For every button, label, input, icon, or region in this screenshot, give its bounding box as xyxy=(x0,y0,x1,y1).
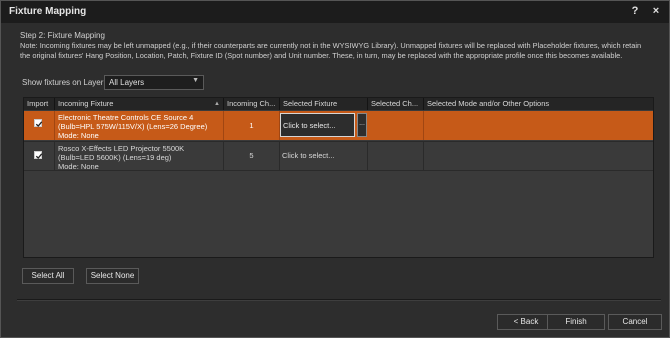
close-button[interactable]: × xyxy=(647,3,665,19)
table-row[interactable]: Electronic Theatre Controls CE Source 4 … xyxy=(24,111,653,140)
dialog-title: Fixture Mapping xyxy=(9,6,87,17)
column-header-incoming-channels[interactable]: Incoming Ch... xyxy=(224,98,280,110)
selected-channels-cell xyxy=(368,142,424,170)
incoming-fixture-cell: Electronic Theatre Controls CE Source 4 … xyxy=(55,111,224,140)
select-all-button[interactable]: Select All xyxy=(22,268,74,284)
cancel-button[interactable]: Cancel xyxy=(608,314,662,330)
incoming-channels-cell: 5 xyxy=(224,142,280,170)
select-none-button[interactable]: Select None xyxy=(86,268,139,284)
incoming-fixture-mode: Mode: None xyxy=(58,131,99,140)
layer-dropdown[interactable]: All Layers ▼ xyxy=(104,75,204,90)
select-fixture-prompt: Click to select... xyxy=(282,151,335,160)
incoming-fixture-mode: Mode: None xyxy=(58,162,99,170)
selected-fixture-cell[interactable]: Click to select... xyxy=(280,142,368,170)
chevron-down-icon: ▼ xyxy=(192,77,199,84)
selected-channels-cell xyxy=(368,111,424,140)
import-cell xyxy=(24,111,55,140)
selected-mode-cell[interactable] xyxy=(424,111,653,140)
column-header-selected-fixture[interactable]: Selected Fixture xyxy=(280,98,368,110)
fixture-table: Import Incoming Fixture ▲ Incoming Ch...… xyxy=(23,97,654,258)
incoming-fixture-name: Electronic Theatre Controls CE Source 4 … xyxy=(58,113,208,131)
layer-dropdown-value: All Layers xyxy=(109,78,145,87)
fixture-mapping-dialog: Fixture Mapping ? × Step 2: Fixture Mapp… xyxy=(0,0,670,338)
step-heading: Step 2: Fixture Mapping xyxy=(20,31,105,40)
footer-divider xyxy=(17,299,661,301)
column-header-selected-channels[interactable]: Selected Ch... xyxy=(368,98,424,110)
column-header-import[interactable]: Import xyxy=(24,98,55,110)
import-checkbox[interactable] xyxy=(34,119,43,127)
note-text: Note: Incoming fixtures may be left unma… xyxy=(20,41,642,60)
incoming-fixture-cell: Rosco X-Effects LED Projector 5500K (Bul… xyxy=(55,142,224,170)
column-header-incoming-fixture[interactable]: Incoming Fixture ▲ xyxy=(55,98,224,110)
column-header-incoming-fixture-label: Incoming Fixture xyxy=(58,99,114,108)
selected-fixture-cell[interactable]: Click to select... xyxy=(280,113,355,137)
title-bar: Fixture Mapping ? × xyxy=(1,1,669,23)
finish-button[interactable]: Finish xyxy=(547,314,605,330)
column-header-selected-mode[interactable]: Selected Mode and/or Other Options xyxy=(424,98,653,110)
selected-mode-cell[interactable] xyxy=(424,142,653,170)
incoming-channels-cell: 1 xyxy=(224,111,280,140)
browse-fixture-button[interactable]: ... xyxy=(357,113,367,137)
layer-filter-label: Show fixtures on Layer: xyxy=(22,78,106,87)
import-checkbox[interactable] xyxy=(34,151,43,159)
import-cell xyxy=(24,142,55,170)
sort-arrow-icon: ▲ xyxy=(214,101,220,107)
table-row[interactable]: Rosco X-Effects LED Projector 5500K (Bul… xyxy=(24,141,653,171)
select-fixture-prompt: Click to select... xyxy=(283,121,336,130)
help-button[interactable]: ? xyxy=(626,3,644,19)
incoming-fixture-name: Rosco X-Effects LED Projector 5500K (Bul… xyxy=(58,144,185,162)
